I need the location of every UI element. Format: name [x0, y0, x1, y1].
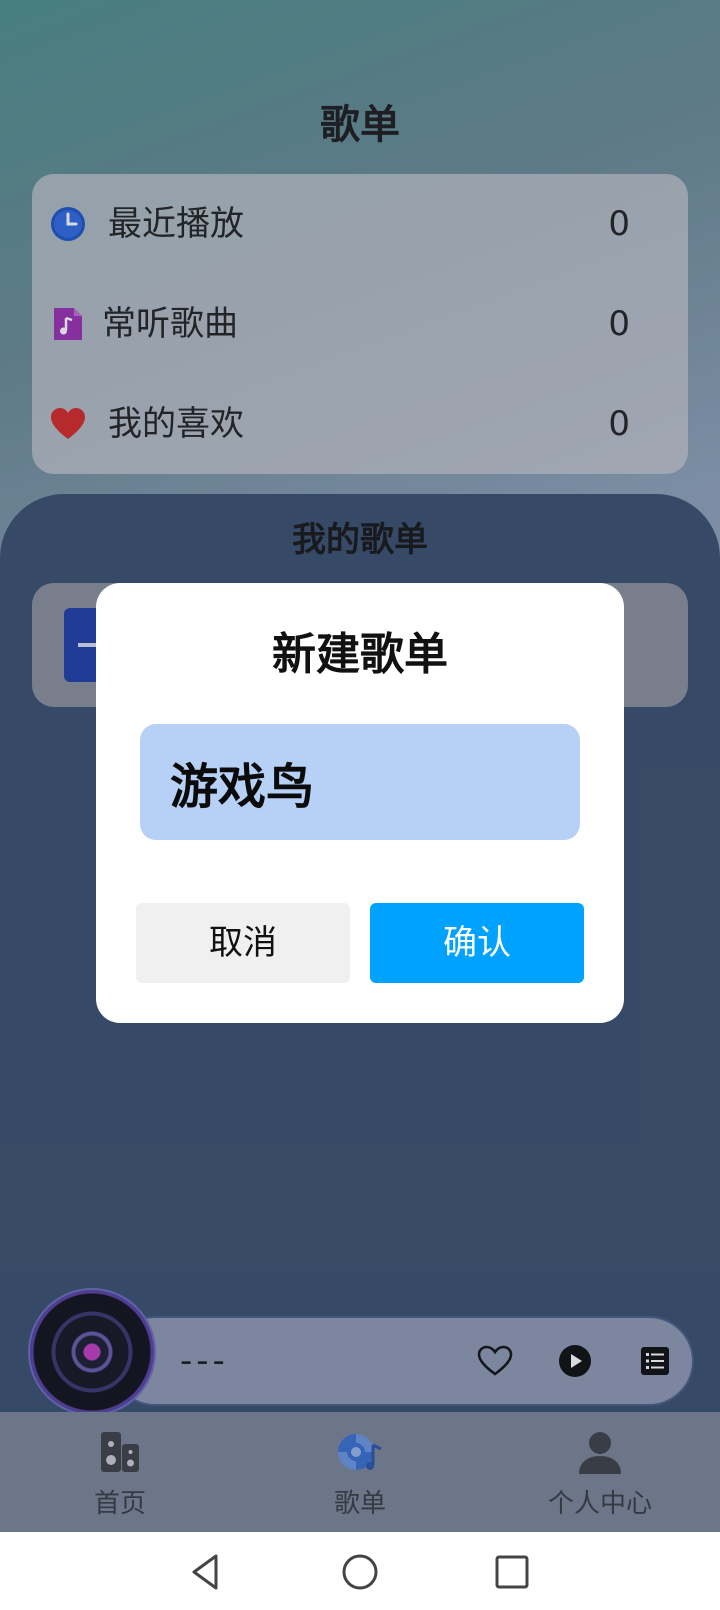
dialog-title: 新建歌单 — [272, 629, 448, 680]
confirm-button[interactable]: 确认 — [370, 903, 584, 983]
recents-square-icon[interactable] — [492, 1552, 532, 1592]
home-circle-icon[interactable] — [340, 1552, 380, 1592]
back-icon[interactable] — [186, 1552, 226, 1592]
playlist-name-input[interactable] — [140, 724, 580, 840]
cancel-button[interactable]: 取消 — [136, 903, 350, 983]
